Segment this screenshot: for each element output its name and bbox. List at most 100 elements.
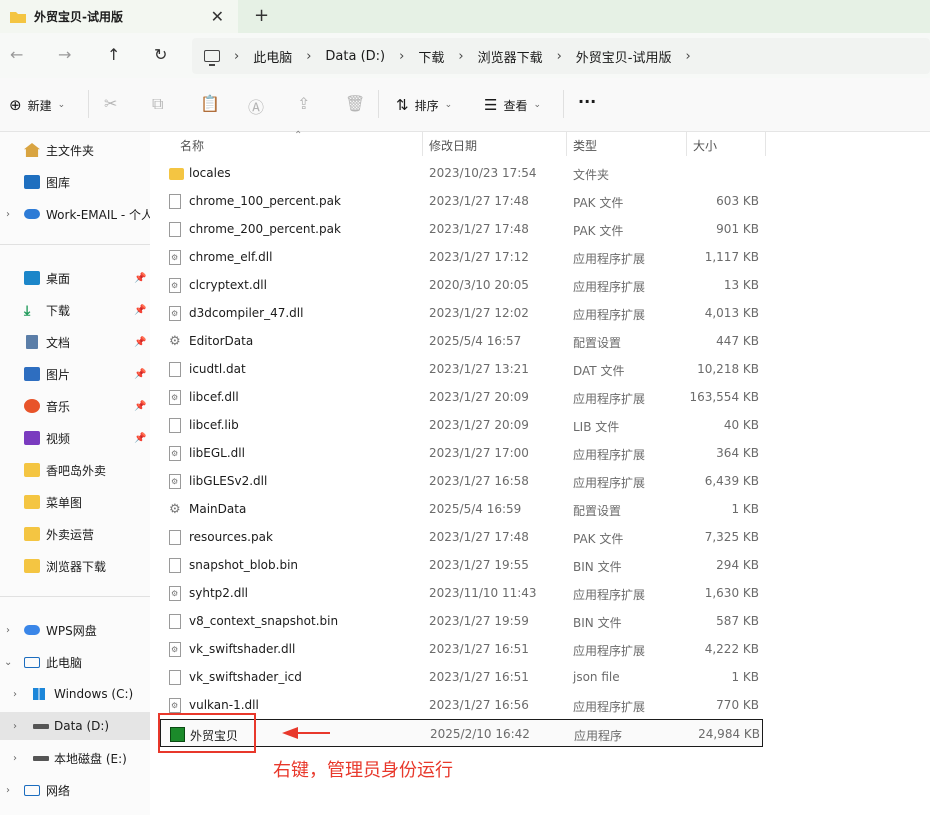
sidebar-item-pictures[interactable]: 图片 📌	[0, 360, 150, 388]
sidebar-item-folder-operations[interactable]: 外卖运营	[0, 520, 150, 548]
sidebar-item-label: 外卖运营	[46, 527, 95, 542]
sidebar-item-downloads[interactable]: ⤓ 下载 📌	[0, 296, 150, 324]
sidebar-item-drive-c[interactable]: › Windows (C:)	[0, 680, 150, 708]
sidebar-item-network[interactable]: › 网络	[0, 776, 150, 804]
view-button[interactable]: ☰ 查看 ⌄	[484, 96, 541, 114]
pin-icon[interactable]: 📌	[134, 369, 146, 380]
column-header-type[interactable]: 类型	[573, 132, 597, 158]
file-row[interactable]: vk_swiftshader_icd 2023/1/27 16:51 json fi…	[160, 663, 763, 691]
pin-icon[interactable]: 📌	[134, 433, 146, 444]
paste-icon[interactable]: 📋	[200, 94, 220, 113]
folder-icon	[24, 527, 40, 541]
file-row[interactable]: chrome_100_percent.pak 2023/1/27 17:48 PAK…	[160, 187, 763, 215]
file-row[interactable]: v8_context_snapshot.bin 2023/1/27 19:59 BI…	[160, 607, 763, 635]
sidebar-item-this-pc[interactable]: ⌄ 此电脑	[0, 648, 150, 676]
pin-icon[interactable]: 📌	[134, 273, 146, 284]
sidebar-item-gallery[interactable]: 图库	[0, 168, 150, 196]
sidebar-item-drive-e[interactable]: › 本地磁盘 (E:)	[0, 744, 150, 772]
sidebar-item-drive-d[interactable]: › Data (D:)	[0, 712, 150, 740]
sidebar-item-folder-takeout[interactable]: 香吧岛外卖	[0, 456, 150, 484]
file-row[interactable]: snapshot_blob.bin 2023/1/27 19:55 BIN 文件 29…	[160, 551, 763, 579]
breadcrumb-separator[interactable]: ›	[234, 49, 239, 64]
sidebar-item-onedrive[interactable]: › Work-EMAIL - 个人	[0, 200, 150, 228]
breadcrumb-downloads[interactable]: 下载	[418, 47, 444, 66]
column-header-date[interactable]: 修改日期	[429, 132, 477, 158]
more-options-button[interactable]: ···	[578, 92, 596, 111]
breadcrumb-separator[interactable]: ›	[557, 49, 562, 64]
file-row[interactable]: libEGL.dll 2023/1/27 17:00 应用程序扩展 364 KB	[160, 439, 763, 467]
sort-icon: ⇅	[396, 96, 409, 114]
breadcrumb-separator[interactable]: ›	[458, 49, 463, 64]
breadcrumb-separator[interactable]: ›	[306, 49, 311, 64]
chevron-right-icon[interactable]: ›	[6, 785, 10, 796]
file-row[interactable]: resources.pak 2023/1/27 17:48 PAK 文件 7,325 …	[160, 523, 763, 551]
chevron-down-icon[interactable]: ⌄	[4, 657, 12, 668]
sidebar-item-music[interactable]: 音乐 📌	[0, 392, 150, 420]
pin-icon[interactable]: 📌	[134, 401, 146, 412]
drive-icon	[33, 723, 49, 729]
drive-icon	[33, 755, 49, 761]
new-button[interactable]: ⊕ 新建 ⌄	[9, 96, 65, 114]
column-divider[interactable]	[765, 132, 766, 156]
file-row[interactable]: syhtp2.dll 2023/11/10 11:43 应用程序扩展 1,630 KB	[160, 579, 763, 607]
chevron-right-icon[interactable]: ›	[6, 625, 10, 636]
navigation-pane: 主文件夹 图库 › Work-EMAIL - 个人 桌面 📌 ⤓ 下载 📌 文档…	[0, 132, 150, 815]
file-row[interactable]: vk_swiftshader.dll 2023/1/27 16:51 应用程序扩展 4…	[160, 635, 763, 663]
chevron-right-icon[interactable]: ›	[6, 209, 10, 220]
file-row[interactable]: libGLESv2.dll 2023/1/27 16:58 应用程序扩展 6,439 …	[160, 467, 763, 495]
forward-button[interactable]: →	[58, 45, 71, 64]
sidebar-item-home[interactable]: 主文件夹	[0, 136, 150, 164]
dll-file-icon	[169, 474, 181, 489]
breadcrumb-separator[interactable]: ›	[399, 49, 404, 64]
file-row[interactable]: clcryptext.dll 2020/3/10 20:05 应用程序扩展 13 KB	[160, 271, 763, 299]
file-row[interactable]: chrome_elf.dll 2023/1/27 17:12 应用程序扩展 1,117…	[160, 243, 763, 271]
breadcrumb-current-folder[interactable]: 外贸宝贝-试用版	[576, 47, 672, 66]
delete-icon[interactable]: 🗑	[345, 94, 365, 113]
chevron-right-icon[interactable]: ›	[13, 753, 17, 764]
share-icon[interactable]: ⇪	[297, 94, 310, 113]
file-row[interactable]: ⚙ MainData 2025/5/4 16:59 配置设置 1 KB	[160, 495, 763, 523]
sidebar-item-videos[interactable]: 视频 📌	[0, 424, 150, 452]
sidebar-item-folder-menu[interactable]: 菜单图	[0, 488, 150, 516]
tab-current[interactable]: 外贸宝贝-试用版 ✕	[0, 0, 238, 33]
copy-icon[interactable]: ⧉	[152, 94, 163, 114]
new-tab-button[interactable]: +	[254, 5, 269, 26]
divider	[378, 90, 379, 118]
breadcrumb-data-drive[interactable]: Data (D:)	[325, 49, 385, 64]
file-row[interactable]: locales 2023/10/23 17:54 文件夹	[160, 159, 763, 187]
chevron-right-icon[interactable]: ›	[13, 689, 17, 700]
up-button[interactable]: ↑	[107, 45, 120, 64]
cut-icon[interactable]: ✂	[104, 94, 117, 113]
file-row[interactable]: icudtl.dat 2023/1/27 13:21 DAT 文件 10,218 KB	[160, 355, 763, 383]
file-name: d3dcompiler_47.dll	[189, 306, 304, 320]
breadcrumb-separator[interactable]: ›	[685, 49, 690, 64]
file-row[interactable]: libcef.dll 2023/1/27 20:09 应用程序扩展 163,554 K…	[160, 383, 763, 411]
sidebar-item-desktop[interactable]: 桌面 📌	[0, 264, 150, 292]
column-header-name[interactable]: 名称	[180, 132, 204, 158]
sidebar-item-label: 文档	[46, 335, 71, 350]
sidebar-item-documents[interactable]: 文档 📌	[0, 328, 150, 356]
column-divider[interactable]	[422, 132, 423, 156]
refresh-button[interactable]: ↻	[154, 45, 167, 64]
file-row[interactable]: libcef.lib 2023/1/27 20:09 LIB 文件 40 KB	[160, 411, 763, 439]
chevron-right-icon[interactable]: ›	[13, 721, 17, 732]
rename-icon[interactable]: Ⓐ	[248, 94, 264, 118]
file-type: 应用程序扩展	[573, 392, 646, 406]
file-row[interactable]: ⚙ EditorData 2025/5/4 16:57 配置设置 447 KB	[160, 327, 763, 355]
column-divider[interactable]	[686, 132, 687, 156]
back-button[interactable]: ←	[10, 45, 23, 64]
column-divider[interactable]	[566, 132, 567, 156]
sidebar-item-folder-browser-downloads[interactable]: 浏览器下载	[0, 552, 150, 580]
file-row[interactable]: chrome_200_percent.pak 2023/1/27 17:48 PAK…	[160, 215, 763, 243]
breadcrumb-browser-downloads[interactable]: 浏览器下载	[478, 47, 543, 66]
file-row[interactable]: d3dcompiler_47.dll 2023/1/27 12:02 应用程序扩展 4…	[160, 299, 763, 327]
pin-icon[interactable]: 📌	[134, 337, 146, 348]
sort-button[interactable]: ⇅ 排序 ⌄	[396, 96, 452, 114]
pin-icon[interactable]: 📌	[134, 305, 146, 316]
breadcrumb-this-pc[interactable]: 此电脑	[253, 47, 292, 66]
file-size: 770 KB	[716, 698, 759, 712]
address-bar[interactable]: › 此电脑 › Data (D:) › 下载 › 浏览器下载 › 外贸宝贝-试用…	[192, 38, 930, 74]
close-tab-button[interactable]: ✕	[211, 7, 224, 26]
sidebar-item-wps-cloud[interactable]: › WPS网盘	[0, 616, 150, 644]
column-header-size[interactable]: 大小	[693, 132, 717, 158]
